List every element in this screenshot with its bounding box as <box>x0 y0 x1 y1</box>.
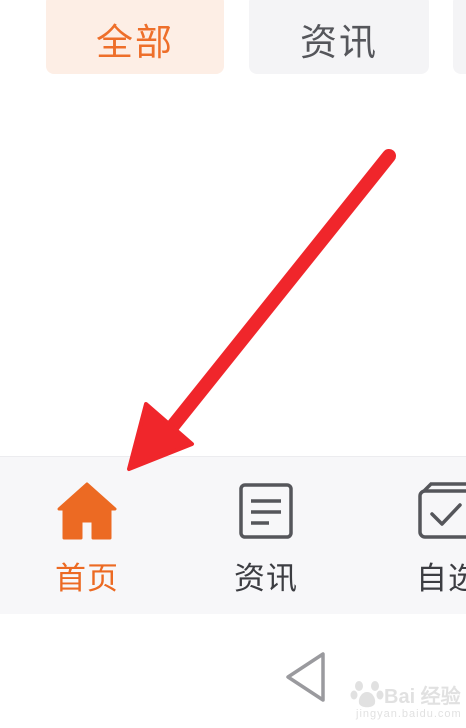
triangle-back-icon[interactable] <box>283 650 329 704</box>
watermark-text: Bai 经验 <box>384 686 461 708</box>
filter-tab-news-label: 资讯 <box>300 21 378 64</box>
filter-tab-all-label: 全部 <box>96 21 174 64</box>
paw-icon <box>350 681 384 708</box>
nav-item-home-label: 首页 <box>55 561 119 597</box>
document-icon <box>239 483 293 539</box>
watermark-subtext: jingyan.baidu.com <box>356 708 462 720</box>
nav-item-watchlist[interactable]: 自选 <box>366 457 466 615</box>
filter-tab-news[interactable]: 资讯 <box>249 0 429 74</box>
nav-item-home[interactable]: 首页 <box>12 457 162 615</box>
category-filter-bar: 全部 资讯 <box>0 0 466 80</box>
app-screen: 全部 资讯 首页 资讯 自选 Bai 经验 jingyan.baidu.com <box>0 0 466 728</box>
home-icon <box>57 482 117 540</box>
nav-item-news-label: 资讯 <box>234 561 298 597</box>
nav-item-news[interactable]: 资讯 <box>191 457 341 615</box>
filter-tab-more[interactable] <box>453 0 466 74</box>
baidu-watermark: Bai 经验 jingyan.baidu.com <box>346 672 466 728</box>
bottom-navigation-bar: 首页 资讯 自选 <box>0 456 466 615</box>
checkbox-icon <box>418 482 466 539</box>
nav-item-watchlist-label: 自选 <box>416 561 466 597</box>
system-navigation-bar: Bai 经验 jingyan.baidu.com <box>0 614 466 728</box>
filter-tab-all[interactable]: 全部 <box>46 0 224 74</box>
